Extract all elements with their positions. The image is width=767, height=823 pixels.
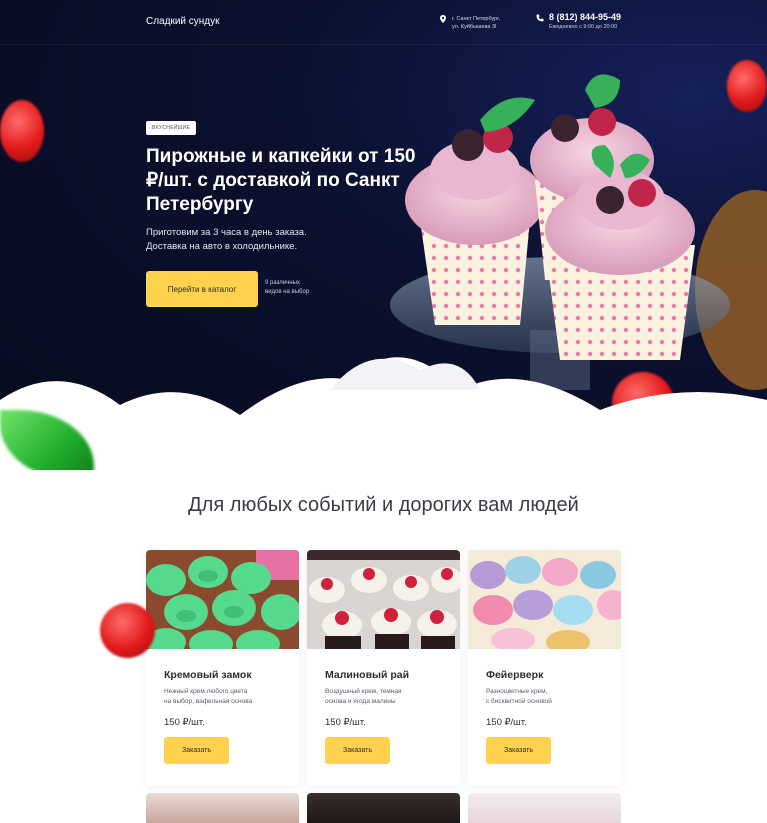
catalog-note: 9 различных видов на выбор: [265, 279, 335, 297]
hero-badge: ВКУСНЕЙШИЕ: [146, 121, 197, 135]
product-price: 150 ₽/шт.: [325, 717, 366, 728]
product-card-partial: [146, 793, 299, 823]
address-line-2: ул. Куйбышева 3I: [452, 24, 497, 30]
order-button[interactable]: Заказать: [486, 737, 551, 764]
product-price: 150 ₽/шт.: [486, 717, 527, 728]
product-card-partial: [468, 793, 621, 823]
product-description: Нежный крем любого цвета на выбор, вафел…: [164, 687, 284, 707]
product-description-line-2: с бисквитной основой: [486, 698, 552, 705]
site-logo[interactable]: Сладкий сундук: [146, 16, 220, 27]
section-title: Для любых событий и дорогих вам людей: [188, 494, 579, 516]
address-line-1: г. Санкт Петербург,: [452, 16, 501, 22]
hero-subtitle: Приготовим за 3 часа в день заказа. Дост…: [146, 226, 386, 254]
product-image: [468, 550, 621, 649]
phone-icon: [536, 14, 544, 22]
hero-section: Сладкий сундук г. Санкт Петербург, ул. К…: [0, 0, 767, 470]
catalog-note-line-1: 9 различных: [265, 280, 300, 286]
hero-subtitle-line-2: Доставка на авто в холодильнике.: [146, 241, 298, 252]
product-description: Воздушный крем, темная основа и ягода ма…: [325, 687, 445, 707]
product-card-partial: [307, 793, 460, 823]
phone-number[interactable]: 8 (812) 844-95-49: [549, 12, 621, 22]
product-description-line-2: на выбор, вафельная основа: [164, 698, 253, 705]
product-image: [146, 550, 299, 649]
product-description-line-1: Воздушный крем, темная: [325, 688, 402, 695]
product-description-line-1: Разноцветные крем,: [486, 688, 548, 695]
product-image: [307, 550, 460, 649]
raspberry-decoration: [0, 100, 44, 162]
location-pin-icon: [440, 15, 446, 23]
order-button[interactable]: Заказать: [164, 737, 229, 764]
top-bar: Сладкий сундук г. Санкт Петербург, ул. К…: [0, 0, 767, 45]
raspberry-decoration: [100, 603, 155, 658]
product-description-line-1: Нежный крем любого цвета: [164, 688, 248, 695]
product-card: Фейерверк Разноцветные крем, с бисквитно…: [468, 550, 621, 786]
cloud-decoration: [0, 357, 767, 470]
hero-subtitle-line-1: Приготовим за 3 часа в день заказа.: [146, 227, 307, 238]
order-button[interactable]: Заказать: [325, 737, 390, 764]
product-description-line-2: основа и ягода малины: [325, 698, 396, 705]
catalog-button[interactable]: Перейти в каталог: [146, 271, 258, 307]
product-description: Разноцветные крем, с бисквитной основой: [486, 687, 606, 707]
hero-title: Пирожные и капкейки от 150 ₽/шт. с доста…: [146, 146, 416, 215]
product-name: Малиновый рай: [325, 669, 410, 681]
catalog-note-line-2: видов на выбор: [265, 289, 310, 295]
working-hours: Ежедневно с 9:00 до 20:00: [549, 24, 618, 30]
product-card: Малиновый рай Воздушный крем, темная осн…: [307, 550, 460, 786]
product-name: Кремовый замок: [164, 669, 252, 681]
product-price: 150 ₽/шт.: [164, 717, 205, 728]
raspberry-decoration: [727, 60, 767, 112]
product-name: Фейерверк: [486, 669, 544, 681]
product-card: Кремовый замок Нежный крем любого цвета …: [146, 550, 299, 786]
